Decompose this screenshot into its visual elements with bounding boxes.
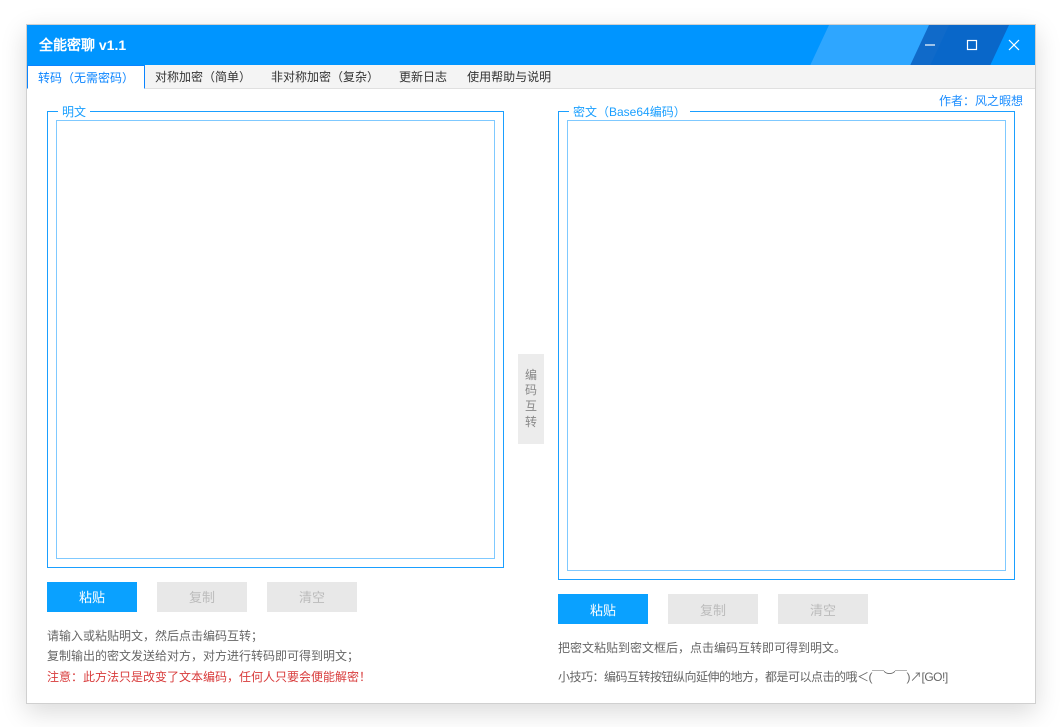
middle-column: 编 码 互 转 [504,111,558,687]
hint-warning: 注意：此方法只是改变了文本编码，任何人只要会便能解密！ [47,667,504,687]
hint-tip: 小技巧：编码互转按钮纵向延伸的地方，都是可以点击的哦＜(￣︶￣)↗[GO!] [558,667,1015,687]
plaintext-legend: 明文 [58,103,90,120]
ciphertext-buttons: 粘贴 复制 清空 [558,594,1015,624]
ciphertext-copy-button[interactable]: 复制 [668,594,758,624]
plaintext-clear-button[interactable]: 清空 [267,582,357,612]
ciphertext-input[interactable] [567,120,1006,571]
tab-bar: 转码（无需密码） 对称加密（简单） 非对称加密（复杂） 更新日志 使用帮助与说明 [27,65,1035,89]
swap-label-char: 转 [518,415,544,431]
ciphertext-fieldset: 密文（Base64编码） [558,111,1015,580]
hint-line: 把密文粘贴到密文框后，点击编码互转即可得到明文。 [558,638,1015,658]
ciphertext-paste-button[interactable]: 粘贴 [558,594,648,624]
author-link[interactable]: 作者：风之暇想 [939,92,1023,109]
ciphertext-pane: 密文（Base64编码） 粘贴 复制 清空 把密文粘贴到密文框后，点击编码互转即… [558,111,1015,687]
tab-asymmetric[interactable]: 非对称加密（复杂） [261,65,389,88]
hint-line: 请输入或粘贴明文，然后点击编码互转； [47,626,504,646]
ciphertext-clear-button[interactable]: 清空 [778,594,868,624]
spacer [558,659,1015,667]
window-controls [909,25,1035,65]
ciphertext-legend: 密文（Base64编码） [569,103,690,120]
author-bar: 作者：风之暇想 [27,89,1035,111]
main-content: 明文 粘贴 复制 清空 请输入或粘贴明文，然后点击编码互转； 复制输出的密文发送… [27,111,1035,703]
swap-label-char: 互 [518,399,544,415]
app-title: 全能密聊 v1.1 [39,35,126,55]
minimize-button[interactable] [909,25,951,65]
swap-label-char: 编 [518,368,544,384]
maximize-button[interactable] [951,25,993,65]
close-button[interactable] [993,25,1035,65]
plaintext-input[interactable] [56,120,495,559]
tab-transcode[interactable]: 转码（无需密码） [27,65,145,89]
hint-line: 复制输出的密文发送给对方，对方进行转码即可得到明文； [47,646,504,666]
plaintext-copy-button[interactable]: 复制 [157,582,247,612]
plaintext-pane: 明文 粘贴 复制 清空 请输入或粘贴明文，然后点击编码互转； 复制输出的密文发送… [47,111,504,687]
plaintext-buttons: 粘贴 复制 清空 [47,582,504,612]
ciphertext-hints: 把密文粘贴到密文框后，点击编码互转即可得到明文。 小技巧：编码互转按钮纵向延伸的… [558,638,1015,687]
swap-encode-button[interactable]: 编 码 互 转 [518,354,544,444]
plaintext-paste-button[interactable]: 粘贴 [47,582,137,612]
app-window: 全能密聊 v1.1 转码（无需密码） 对称加密（简单） 非对称加密（复杂） 更新… [26,24,1036,704]
tab-help[interactable]: 使用帮助与说明 [457,65,561,88]
tab-symmetric[interactable]: 对称加密（简单） [145,65,261,88]
plaintext-hints: 请输入或粘贴明文，然后点击编码互转； 复制输出的密文发送给对方，对方进行转码即可… [47,626,504,687]
titlebar: 全能密聊 v1.1 [27,25,1035,65]
tab-changelog[interactable]: 更新日志 [389,65,457,88]
swap-label-char: 码 [518,383,544,399]
plaintext-fieldset: 明文 [47,111,504,568]
